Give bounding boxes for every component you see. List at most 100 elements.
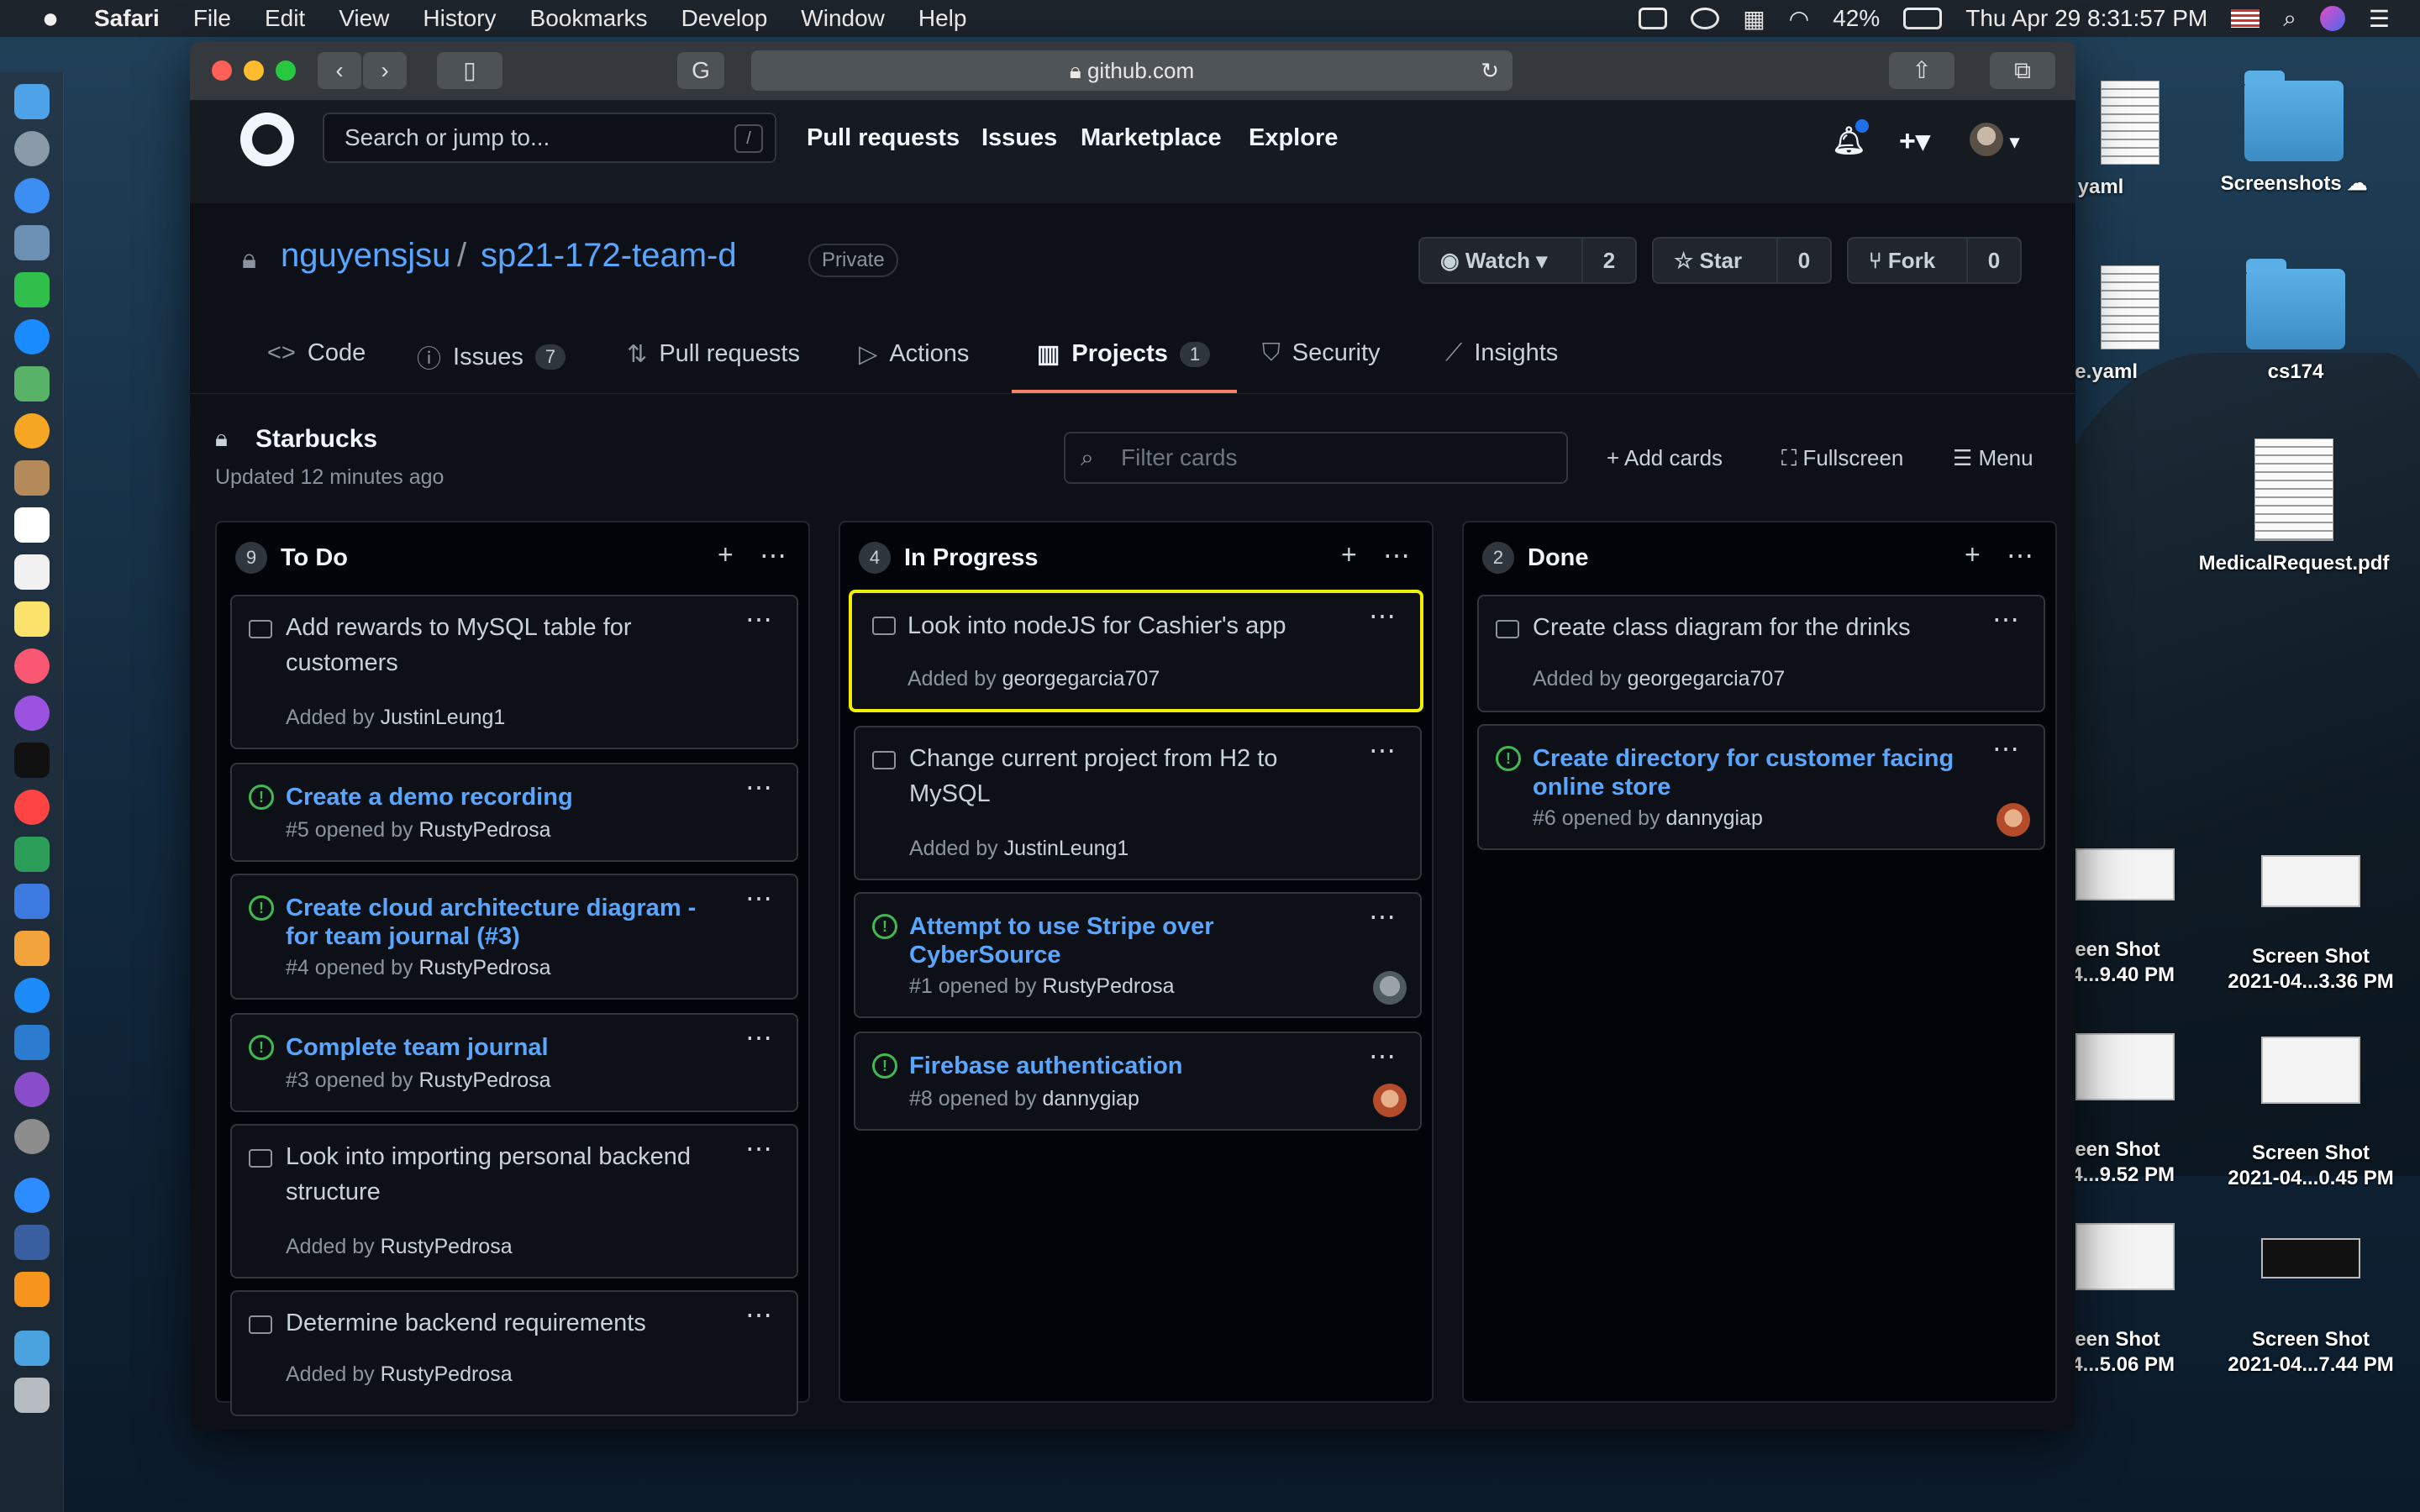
- tab-overview-button[interactable]: ⧉: [1990, 52, 2055, 89]
- sidebar-button[interactable]: ▯: [437, 52, 502, 89]
- camera-status-icon[interactable]: [1639, 8, 1668, 29]
- project-card[interactable]: Create class diagram for the drinks Adde…: [1477, 595, 2045, 712]
- desktop-folder-screenshots[interactable]: Screenshots ☁: [2193, 71, 2395, 197]
- apple-tv-icon[interactable]: [14, 743, 50, 778]
- preview-icon[interactable]: [14, 225, 50, 260]
- launchpad-icon[interactable]: [14, 131, 50, 166]
- notes-icon[interactable]: [14, 601, 50, 637]
- filter-cards-input[interactable]: ⌕ Filter cards: [1064, 432, 1568, 484]
- desktop-file-medicalrequest[interactable]: MedicalRequest.pdf: [2193, 438, 2395, 576]
- menu-bookmarks[interactable]: Bookmarks: [530, 5, 648, 32]
- contacts-icon[interactable]: [14, 460, 50, 496]
- music-icon[interactable]: [14, 648, 50, 684]
- menu-file[interactable]: File: [193, 5, 231, 32]
- project-card[interactable]: ! Complete team journal #3 opened by Rus…: [230, 1013, 798, 1112]
- card-more-icon[interactable]: ⋯: [1369, 600, 1397, 632]
- forward-button[interactable]: ›: [363, 52, 407, 89]
- numbers-icon[interactable]: [14, 837, 50, 872]
- card-author[interactable]: dannygiap: [1665, 806, 1762, 830]
- reminders-icon[interactable]: [14, 554, 50, 590]
- project-card[interactable]: ! Firebase authentication #8 opened by d…: [854, 1032, 1422, 1131]
- minimize-window-button[interactable]: [244, 60, 264, 81]
- card-author[interactable]: RustyPedrosa: [418, 1068, 550, 1092]
- watch-button[interactable]: ◉ Watch ▾ 2: [1418, 237, 1637, 284]
- menu-app-name[interactable]: Safari: [94, 5, 160, 32]
- battery-icon[interactable]: [1903, 8, 1943, 29]
- grammarly-extension-button[interactable]: G: [677, 52, 724, 89]
- apple-menu-icon[interactable]: ●: [34, 3, 67, 35]
- tab-pull-requests[interactable]: ⇅ Pull requests: [627, 339, 800, 369]
- card-more-icon[interactable]: ⋯: [745, 603, 773, 635]
- card-more-icon[interactable]: ⋯: [745, 882, 773, 914]
- keynote-icon[interactable]: [14, 884, 50, 919]
- add-cards-button[interactable]: + Add cards: [1607, 445, 1723, 471]
- nav-marketplace[interactable]: Marketplace: [1081, 124, 1222, 152]
- card-title[interactable]: Firebase authentication: [909, 1052, 1344, 1080]
- nav-explore[interactable]: Explore: [1249, 124, 1338, 152]
- repo-owner-link[interactable]: nguyensjsu: [281, 237, 450, 275]
- downloads-folder-icon[interactable]: [14, 1331, 50, 1366]
- card-more-icon[interactable]: ⋯: [745, 1132, 773, 1164]
- safari-icon[interactable]: [14, 178, 50, 213]
- card-author[interactable]: RustyPedrosa: [381, 1235, 513, 1258]
- card-more-icon[interactable]: ⋯: [1369, 734, 1397, 766]
- system-preferences-icon[interactable]: [14, 1119, 50, 1154]
- tab-issues[interactable]: ⓘ Issues 7: [417, 339, 566, 375]
- column-more-icon[interactable]: ⋯: [760, 539, 786, 571]
- desktop-screenshot-4[interactable]: Screen Shot 2021-04...0.45 PM: [2210, 1011, 2412, 1191]
- menu-help[interactable]: Help: [918, 5, 967, 32]
- share-button[interactable]: ⇧: [1889, 52, 1954, 89]
- card-more-icon[interactable]: ⋯: [1369, 1040, 1397, 1072]
- project-card[interactable]: Add rewards to MySQL table for customers…: [230, 595, 798, 749]
- assignee-avatar[interactable]: [1373, 1084, 1407, 1117]
- card-author[interactable]: RustyPedrosa: [418, 956, 550, 979]
- wifi-icon[interactable]: ◠: [1789, 5, 1809, 33]
- fork-button[interactable]: ⑂ Fork 0: [1847, 237, 2022, 284]
- nav-issues[interactable]: Issues: [981, 124, 1057, 152]
- card-title[interactable]: Attempt to use Stripe over CyberSource: [909, 912, 1344, 969]
- messages-icon[interactable]: [14, 319, 50, 354]
- zoom-icon[interactable]: [14, 1178, 50, 1213]
- column-more-icon[interactable]: ⋯: [1383, 539, 1410, 571]
- desktop-screenshot-6[interactable]: Screen Shot 2021-04...7.44 PM: [2210, 1213, 2412, 1378]
- finder-icon[interactable]: [14, 84, 50, 119]
- project-card[interactable]: ! Create a demo recording #5 opened by R…: [230, 763, 798, 862]
- search-input[interactable]: Search or jump to... /: [323, 113, 776, 163]
- project-card[interactable]: Change current project from H2 to MySQL …: [854, 726, 1422, 880]
- project-title[interactable]: Starbucks: [255, 425, 377, 454]
- card-title[interactable]: Create a demo recording: [286, 783, 721, 811]
- card-author[interactable]: RustyPedrosa: [1042, 974, 1174, 998]
- card-title[interactable]: Complete team journal: [286, 1033, 721, 1062]
- app-store-icon[interactable]: [14, 978, 50, 1013]
- close-window-button[interactable]: [212, 60, 232, 81]
- tab-projects[interactable]: ▥ Projects 1: [1037, 339, 1211, 369]
- card-author[interactable]: dannygiap: [1042, 1087, 1139, 1110]
- project-card[interactable]: ! Attempt to use Stripe over CyberSource…: [854, 892, 1422, 1018]
- tab-actions[interactable]: ▷ Actions: [859, 339, 969, 369]
- column-more-icon[interactable]: ⋯: [2007, 539, 2033, 571]
- card-author[interactable]: RustyPedrosa: [418, 818, 550, 842]
- menu-history[interactable]: History: [423, 5, 496, 32]
- trash-icon[interactable]: [14, 1378, 50, 1413]
- create-new-icon[interactable]: +▾: [1899, 124, 1930, 158]
- zoom-window-button[interactable]: [276, 60, 296, 81]
- menu-button[interactable]: ☰ Menu: [1953, 445, 2033, 471]
- card-title[interactable]: Create directory for customer facing onl…: [1533, 744, 1968, 801]
- id-card-icon[interactable]: [14, 1225, 50, 1260]
- card-more-icon[interactable]: ⋯: [1992, 732, 2020, 764]
- menu-window[interactable]: Window: [801, 5, 885, 32]
- creative-cloud-icon[interactable]: [1691, 8, 1720, 29]
- assignee-avatar[interactable]: [1996, 803, 2030, 837]
- reload-icon[interactable]: ↻: [1481, 50, 1499, 91]
- address-bar[interactable]: 🔒︎ github.com ↻: [751, 50, 1512, 91]
- card-author[interactable]: JustinLeung1: [1004, 837, 1129, 860]
- project-card[interactable]: Look into importing personal backend str…: [230, 1124, 798, 1278]
- user-avatar[interactable]: [1970, 123, 2003, 156]
- assignee-avatar[interactable]: [1373, 971, 1407, 1005]
- star-count[interactable]: 0: [1776, 239, 1830, 282]
- card-author[interactable]: JustinLeung1: [381, 706, 506, 729]
- facetime-icon[interactable]: [14, 272, 50, 307]
- siri-icon[interactable]: [2319, 6, 2345, 31]
- desktop-folder-cs174[interactable]: cs174: [2195, 259, 2396, 385]
- news-icon[interactable]: [14, 790, 50, 825]
